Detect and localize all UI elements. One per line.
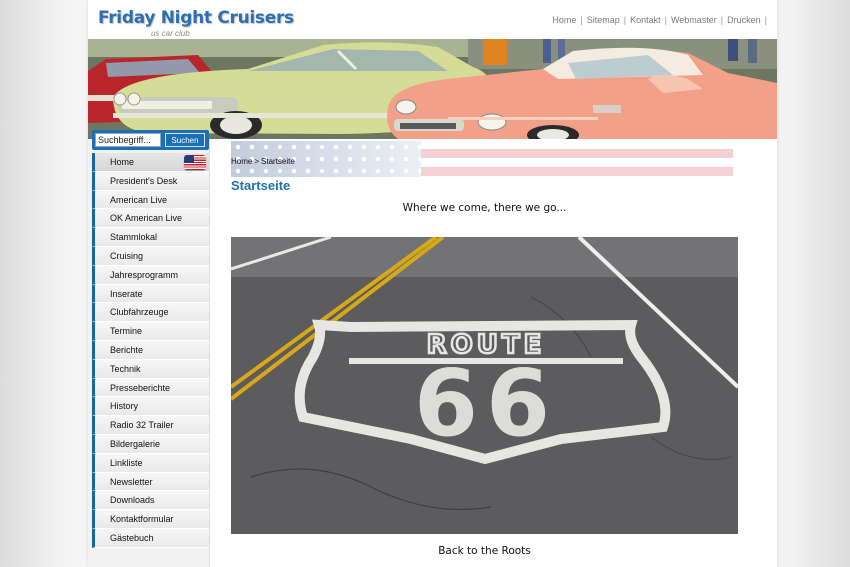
header-banner-image bbox=[88, 39, 777, 139]
sidebar-item-technik[interactable]: Technik bbox=[92, 359, 209, 379]
sidebar-item-clubfahrzeuge[interactable]: Clubfahrzeuge bbox=[92, 303, 209, 323]
sidebar-item-stammlokal[interactable]: Stammlokal bbox=[92, 228, 209, 247]
tagline: Where we come, there we go... bbox=[402, 202, 567, 214]
sidebar-item-cruising[interactable]: Cruising bbox=[92, 246, 209, 266]
sidebar-item-linkliste[interactable]: Linkliste bbox=[92, 453, 209, 473]
sidebar-item-inserate[interactable]: Inserate bbox=[92, 284, 209, 304]
sidebar-item-newsletter[interactable]: Newsletter bbox=[92, 472, 209, 492]
breadcrumb-flag-background bbox=[231, 141, 733, 177]
route-66-road-image: ROUTE 66 bbox=[231, 237, 738, 534]
topnav-kontakt-link[interactable]: Kontakt bbox=[630, 15, 661, 25]
sidebar-item-presidents-desk[interactable]: President's Desk bbox=[92, 171, 209, 191]
sidebar-item-label: Linkliste bbox=[110, 457, 143, 468]
us-flag-icon[interactable] bbox=[184, 155, 206, 170]
sidebar-item-label: Berichte bbox=[110, 344, 144, 355]
sidebar-menu: Home President's Desk American Live OK A… bbox=[92, 153, 209, 548]
breadcrumb-home-link[interactable]: Home bbox=[231, 157, 252, 166]
site-logo[interactable]: Friday Night Cruisers us car club bbox=[98, 8, 294, 40]
image-caption: Back to the Roots bbox=[438, 545, 531, 557]
sidebar-item-jahresprogramm[interactable]: Jahresprogramm bbox=[92, 265, 209, 285]
sidebar-item-label: American Live bbox=[110, 194, 168, 205]
sidebar-item-bildergalerie[interactable]: Bildergalerie bbox=[92, 434, 209, 454]
page-title: Startseite bbox=[231, 178, 291, 193]
sidebar-item-label: Jahresprogramm bbox=[110, 269, 179, 280]
sidebar-item-label: Downloads bbox=[110, 495, 155, 506]
logo-title: Friday Night Cruisers bbox=[98, 8, 294, 28]
sidebar-item-american-live[interactable]: American Live bbox=[92, 190, 209, 210]
sidebar-item-radio-32-trailer[interactable]: Radio 32 Trailer bbox=[92, 416, 209, 435]
sidebar-item-label: Radio 32 Trailer bbox=[110, 420, 174, 431]
shield-number-text: 66 bbox=[414, 350, 558, 457]
sidebar-item-berichte[interactable]: Berichte bbox=[92, 340, 209, 360]
sidebar-item-history[interactable]: History bbox=[92, 397, 209, 417]
topnav-sitemap-link[interactable]: Sitemap bbox=[587, 15, 620, 25]
breadcrumb-current: Startseite bbox=[261, 157, 295, 166]
sidebar-item-label: President's Desk bbox=[110, 175, 178, 186]
sidebar-item-label: Stammlokal bbox=[110, 232, 158, 243]
sidebar-item-label: Clubfahrzeuge bbox=[110, 307, 169, 318]
topnav-webmaster-link[interactable]: Webmaster bbox=[671, 15, 717, 25]
sidebar-item-label: Gästebuch bbox=[110, 532, 154, 543]
sidebar-item-label: Newsletter bbox=[110, 476, 153, 487]
top-navigation: Home | Sitemap | Kontakt | Webmaster | Drucken | bbox=[552, 15, 767, 25]
topnav-home-link[interactable]: Home bbox=[552, 15, 576, 25]
sidebar-item-gaestebuch[interactable]: Gästebuch bbox=[92, 528, 209, 548]
page-container: Friday Night Cruisers us car club Home | S… bbox=[88, 0, 777, 567]
topnav-drucken-link[interactable]: Drucken bbox=[727, 15, 761, 25]
sidebar-item-label: Presseberichte bbox=[110, 382, 171, 393]
sidebar-item-ok-american-live[interactable]: OK American Live bbox=[92, 209, 209, 229]
sidebar-item-termine[interactable]: Termine bbox=[92, 322, 209, 341]
logo-subtitle: us car club bbox=[151, 29, 190, 38]
breadcrumb: Home > Startseite bbox=[231, 157, 295, 166]
sidebar-item-label: Bildergalerie bbox=[110, 438, 161, 449]
sidebar-item-label: Kontaktformular bbox=[110, 514, 174, 525]
sidebar-item-downloads[interactable]: Downloads bbox=[92, 491, 209, 511]
sidebar-item-home[interactable]: Home bbox=[92, 153, 209, 172]
sidebar-item-presseberichte[interactable]: Presseberichte bbox=[92, 378, 209, 398]
sidebar-item-label: Inserate bbox=[110, 288, 143, 299]
sidebar-item-kontaktformular[interactable]: Kontaktformular bbox=[92, 510, 209, 529]
stripes-pattern bbox=[421, 149, 733, 177]
sidebar-item-label: History bbox=[110, 401, 139, 412]
sidebar-item-label: Cruising bbox=[110, 250, 144, 261]
sidebar-item-label: Termine bbox=[110, 326, 143, 337]
sidebar-item-label: Home bbox=[110, 157, 135, 167]
search-button[interactable]: Suchen bbox=[165, 133, 205, 147]
search-input[interactable] bbox=[95, 133, 161, 147]
classic-cars-illustration bbox=[88, 39, 777, 139]
sidebar-item-label: OK American Live bbox=[110, 213, 183, 224]
search-box: Suchen bbox=[92, 130, 209, 150]
sidebar-item-label: Technik bbox=[110, 363, 141, 374]
